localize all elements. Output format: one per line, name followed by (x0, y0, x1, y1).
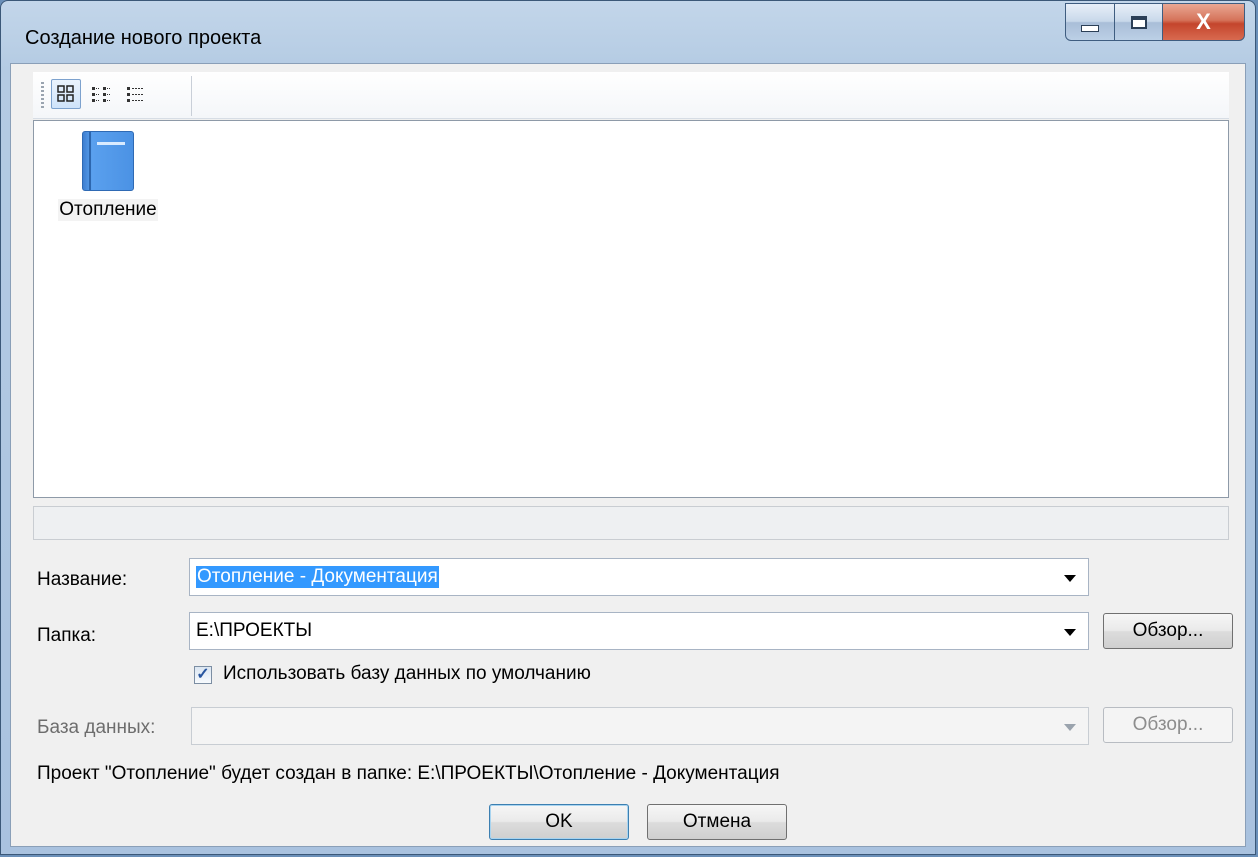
name-label: Название: (37, 569, 128, 590)
list-view-icon (127, 87, 144, 102)
project-path-info: Проект "Отопление" будет создан в папке:… (37, 763, 780, 784)
close-icon: X (1196, 9, 1211, 34)
view-toolbar (33, 72, 1229, 119)
template-item-heating[interactable]: Отопление (48, 125, 168, 221)
large-icons-view-icon (57, 85, 74, 102)
chevron-down-icon[interactable] (1064, 629, 1076, 636)
folder-value: E:\ПРОЕКТЫ (196, 620, 313, 641)
database-label: База данных: (37, 717, 156, 738)
large-icons-view-button[interactable] (51, 79, 81, 109)
window-controls: X (1065, 3, 1245, 41)
folder-label: Папка: (37, 625, 97, 646)
close-button[interactable]: X (1163, 3, 1245, 41)
dialog-window: Создание нового проекта X Отопление Назв… (0, 0, 1256, 855)
small-icons-view-button[interactable] (87, 79, 117, 109)
browse-folder-button[interactable]: Обзор... (1103, 613, 1233, 649)
cancel-button[interactable]: Отмена (647, 804, 787, 840)
use-default-db-checkbox[interactable]: ✓ (194, 666, 212, 684)
browse-database-button[interactable]: Обзор... (1103, 707, 1233, 743)
toolbar-grip[interactable] (41, 82, 44, 110)
name-value: Отопление - Документация (196, 566, 439, 588)
small-icons-view-icon (92, 87, 111, 102)
minimize-button[interactable] (1065, 3, 1115, 41)
list-view-button[interactable] (121, 79, 151, 109)
folder-combobox[interactable]: E:\ПРОЕКТЫ (189, 612, 1089, 650)
name-combobox[interactable]: Отопление - Документация (189, 558, 1089, 596)
minimize-icon (1081, 24, 1099, 32)
maximize-icon (1130, 15, 1147, 29)
window-title: Создание нового проекта (25, 27, 262, 49)
chevron-down-icon[interactable] (1064, 724, 1076, 731)
toolbar-separator (191, 76, 192, 116)
database-combobox[interactable] (191, 707, 1089, 745)
template-list[interactable]: Отопление (33, 120, 1229, 498)
book-icon (82, 131, 134, 191)
template-label: Отопление (58, 199, 158, 221)
ok-button[interactable]: OK (489, 804, 629, 840)
use-default-db-label[interactable]: Использовать базу данных по умолчанию (223, 663, 591, 685)
maximize-button[interactable] (1115, 3, 1163, 41)
checkmark-icon: ✓ (196, 666, 210, 683)
chevron-down-icon[interactable] (1064, 575, 1076, 582)
title-bar[interactable]: Создание нового проекта X (1, 1, 1255, 63)
dialog-client-area: Отопление Название: Отопление - Документ… (10, 63, 1246, 847)
template-description-bar (33, 506, 1229, 540)
